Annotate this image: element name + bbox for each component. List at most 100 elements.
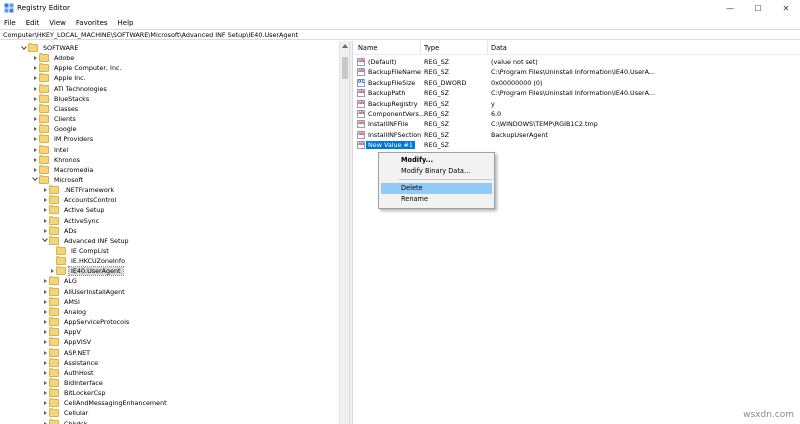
tree-item[interactable]: .NETFramework <box>41 185 116 195</box>
tree-item[interactable]: AppVISV <box>41 337 93 347</box>
tree-item[interactable]: Adobe <box>31 53 76 63</box>
chevron-right-icon[interactable] <box>41 408 49 418</box>
chevron-right-icon[interactable] <box>31 134 39 144</box>
tree-item[interactable]: Analog <box>41 306 88 317</box>
menu-file[interactable]: File <box>0 19 21 27</box>
column-type[interactable]: Type <box>424 44 439 52</box>
tree-item[interactable]: BlueStacks <box>31 93 91 104</box>
chevron-right-icon[interactable] <box>41 185 49 195</box>
context-item-rename[interactable]: Rename <box>381 194 492 205</box>
context-item-modify-binary[interactable]: Modify Binary Data... <box>381 166 492 177</box>
chevron-down-icon[interactable] <box>41 236 49 246</box>
tree-item[interactable]: IE.HKCUZoneInfo <box>48 256 127 266</box>
tree-item[interactable]: ADs <box>41 225 79 236</box>
tree-scrollbar[interactable] <box>339 41 349 424</box>
tree-item[interactable]: Intel <box>31 144 70 155</box>
column-divider[interactable] <box>487 41 488 55</box>
tree-item[interactable]: Macromedia <box>31 164 95 175</box>
chevron-right-icon[interactable] <box>31 114 39 124</box>
chevron-right-icon[interactable] <box>41 419 49 424</box>
menu-edit[interactable]: Edit <box>21 19 45 27</box>
tree-item[interactable]: IE CompList <box>48 246 111 256</box>
tree-item[interactable]: Apple Inc. <box>31 73 88 83</box>
tree-item[interactable]: CellAndMessagingEnhancement <box>41 398 169 408</box>
tree-item[interactable]: Classes <box>31 103 80 114</box>
tree-item[interactable]: AppServiceProtocols <box>41 317 131 327</box>
chevron-right-icon[interactable] <box>41 195 49 205</box>
chevron-right-icon[interactable] <box>31 63 39 73</box>
value-row[interactable]: 01 BackupFileSize REG_DWORD 0x00000000 (0) <box>353 78 800 88</box>
value-row[interactable]: ab ComponentVers... REG_SZ 6.0 <box>353 109 800 119</box>
value-row[interactable]: ab BackupPath REG_SZ C:\Program Files\Unins… <box>353 88 800 98</box>
menu-help[interactable]: Help <box>113 19 139 27</box>
tree-item[interactable]: Microsoft <box>31 174 85 185</box>
tree-item[interactable]: AppV <box>41 327 83 337</box>
tree-item[interactable]: ASP.NET <box>41 347 92 358</box>
chevron-down-icon[interactable] <box>20 43 28 53</box>
tree-item[interactable]: ActiveSync <box>41 215 101 226</box>
tree-item[interactable]: IE40.UserAgent <box>48 266 124 277</box>
chevron-right-icon[interactable] <box>41 398 49 408</box>
chevron-right-icon[interactable] <box>31 94 39 104</box>
column-divider[interactable] <box>420 41 421 55</box>
chevron-right-icon[interactable] <box>41 337 49 347</box>
chevron-right-icon[interactable] <box>41 287 49 297</box>
column-data[interactable]: Data <box>491 44 507 52</box>
chevron-right-icon[interactable] <box>41 348 49 358</box>
value-row[interactable]: ab BackupFileName REG_SZ C:\Program Files\U… <box>353 67 800 77</box>
scroll-thumb[interactable] <box>342 57 348 79</box>
tree-item[interactable]: SOFTWARE <box>20 43 80 53</box>
key-tree[interactable]: SOFTWARE Adobe Apple Computer, Inc. Apple I… <box>0 41 349 424</box>
minimize-button[interactable]: — <box>716 0 744 16</box>
scroll-up-icon[interactable] <box>342 44 348 48</box>
chevron-right-icon[interactable] <box>41 276 49 286</box>
menu-favorites[interactable]: Favorites <box>71 19 113 27</box>
value-row[interactable]: ab InstallINFSection REG_SZ BackupUserAgent <box>353 130 800 140</box>
tree-item[interactable]: AllUserInstallAgent <box>41 286 127 297</box>
close-button[interactable]: ✕ <box>772 0 800 16</box>
chevron-right-icon[interactable] <box>31 73 39 83</box>
tree-item[interactable]: Active Setup <box>41 205 106 215</box>
tree-item[interactable]: ATI Technologies <box>31 83 109 94</box>
chevron-right-icon[interactable] <box>41 378 49 388</box>
value-row[interactable]: ab BackupRegistry REG_SZ y <box>353 99 800 109</box>
menu-view[interactable]: View <box>44 19 71 27</box>
chevron-right-icon[interactable] <box>41 226 49 236</box>
chevron-right-icon[interactable] <box>41 205 49 215</box>
chevron-right-icon[interactable] <box>41 327 49 337</box>
tree-item[interactable]: AMSI <box>41 296 82 307</box>
tree-item[interactable]: Clients <box>31 114 78 124</box>
tree-item[interactable]: AccountsControl <box>41 195 118 205</box>
tree-item[interactable]: BidInterface <box>41 377 105 388</box>
value-row[interactable]: ab New Value #1 REG_SZ <box>353 140 800 150</box>
chevron-right-icon[interactable] <box>31 155 39 165</box>
chevron-right-icon[interactable] <box>31 165 39 175</box>
chevron-right-icon[interactable] <box>41 297 49 307</box>
tree-item[interactable]: IM Providers <box>31 134 95 144</box>
tree-item[interactable]: Khronos <box>31 154 82 165</box>
chevron-right-icon[interactable] <box>48 266 56 276</box>
column-name[interactable]: Name <box>358 44 377 52</box>
tree-item[interactable]: Apple Computer, Inc. <box>31 63 124 73</box>
address-bar[interactable]: Computer\HKEY_LOCAL_MACHINE\SOFTWARE\Mic… <box>0 29 800 40</box>
tree-item[interactable]: ALG <box>41 276 79 286</box>
chevron-down-icon[interactable] <box>31 175 39 185</box>
tree-item[interactable]: Google <box>31 124 79 134</box>
chevron-right-icon[interactable] <box>41 307 49 317</box>
tree-item[interactable]: Chkdsk <box>41 418 89 424</box>
chevron-right-icon[interactable] <box>31 53 39 63</box>
chevron-right-icon[interactable] <box>31 84 39 94</box>
tree-item[interactable]: AuthHost <box>41 367 96 378</box>
chevron-right-icon[interactable] <box>41 388 49 398</box>
context-item-modify[interactable]: Modify... <box>381 155 492 166</box>
tree-item[interactable]: BitLockerCsp <box>41 388 107 398</box>
chevron-right-icon[interactable] <box>31 124 39 134</box>
chevron-right-icon[interactable] <box>31 145 39 155</box>
maximize-button[interactable]: ☐ <box>744 0 772 16</box>
tree-item[interactable]: Advanced INF Setup <box>41 235 131 246</box>
value-row[interactable]: ab InstallINFFile REG_SZ C:\WINDOWS\TEMP\RG… <box>353 119 800 129</box>
chevron-right-icon[interactable] <box>41 358 49 368</box>
chevron-right-icon[interactable] <box>41 368 49 378</box>
tree-item[interactable]: Assistance <box>41 357 100 368</box>
tree-item[interactable]: Cellular <box>41 408 90 418</box>
